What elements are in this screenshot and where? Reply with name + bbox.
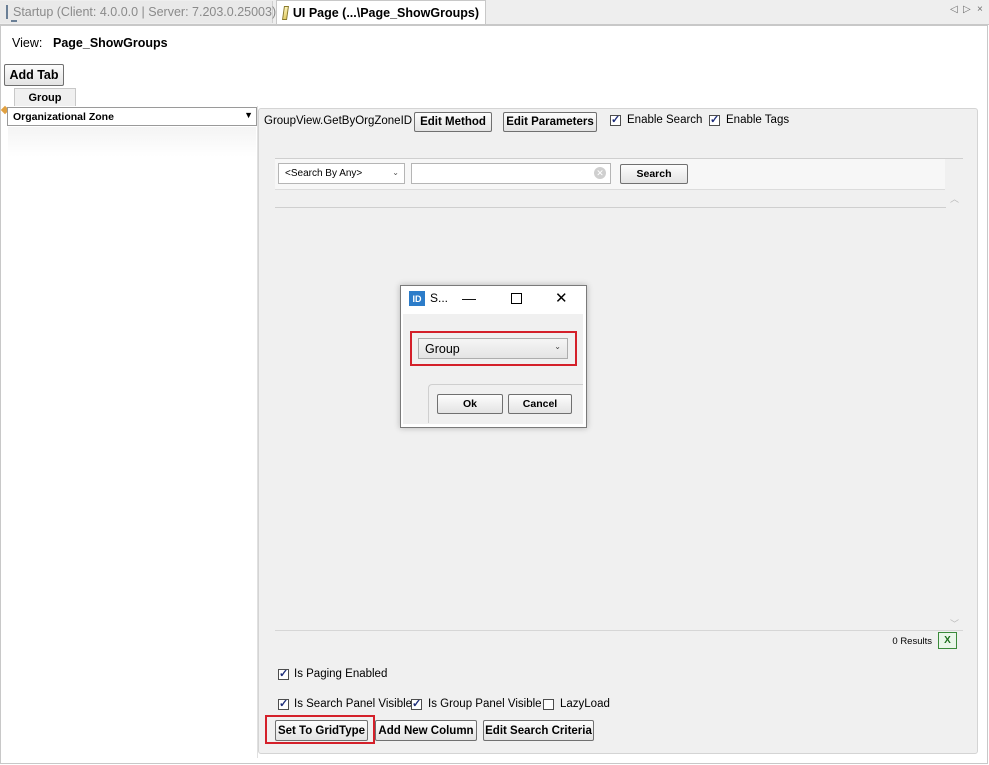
- minimize-icon[interactable]: —: [462, 290, 476, 306]
- tab-scroll-left-icon[interactable]: ◁: [950, 4, 962, 15]
- clear-icon[interactable]: ✕: [594, 167, 606, 179]
- grid-type-select[interactable]: Group ⌄: [418, 338, 568, 359]
- search-input[interactable]: [411, 163, 611, 184]
- paging-enabled-checkbox[interactable]: [278, 667, 289, 680]
- lazy-load-checkbox[interactable]: [543, 699, 554, 710]
- organizational-zone-label: Organizational Zone: [13, 110, 114, 123]
- set-to-gridtype-button[interactable]: Set To GridType: [275, 720, 368, 741]
- page-icon: [282, 5, 289, 20]
- tab-startup[interactable]: Startup (Client: 4.0.0.0 | Server: 7.203…: [0, 1, 277, 23]
- group-panel-visible-checkbox[interactable]: [411, 697, 422, 710]
- edit-method-button[interactable]: Edit Method: [414, 112, 492, 132]
- tab-ui-page-label: UI Page (...\Page_ShowGroups): [292, 5, 479, 20]
- tab-scroll-right-icon[interactable]: ▷: [963, 4, 975, 15]
- scroll-down-icon[interactable]: ﹀: [950, 617, 959, 630]
- excel-export-icon[interactable]: X: [938, 632, 957, 649]
- paging-enabled-label: Is Paging Enabled: [294, 668, 388, 680]
- app-id-icon: ID: [409, 291, 425, 306]
- add-new-column-button[interactable]: Add New Column: [375, 720, 477, 741]
- grid-bottom-border: [275, 630, 963, 631]
- search-by-select[interactable]: <Search By Any> ⌄: [278, 163, 405, 184]
- grid-type-value: Group: [425, 341, 460, 356]
- chevron-down-icon: ⌄: [554, 342, 561, 351]
- tab-group[interactable]: Group: [14, 88, 76, 107]
- group-panel-visible-label: Is Group Panel Visible: [428, 698, 542, 710]
- chevron-down-icon: ⌄: [392, 168, 399, 177]
- enable-search-label: Enable Search: [627, 114, 703, 126]
- close-icon[interactable]: ✕: [555, 289, 568, 307]
- tab-close-icon[interactable]: ×: [977, 4, 987, 15]
- lazy-load-label: LazyLoad: [560, 698, 610, 710]
- tab-startup-label: Startup (Client: 4.0.0.0 | Server: 7.203…: [13, 5, 277, 19]
- right-panel: [258, 108, 978, 754]
- enable-tags-label: Enable Tags: [726, 114, 790, 126]
- left-panel: [5, 106, 258, 758]
- maximize-icon[interactable]: [511, 293, 522, 304]
- monitor-icon: [6, 5, 17, 22]
- view-name: Page_ShowGroups: [53, 36, 168, 50]
- left-panel-header-fade: [8, 127, 256, 157]
- dialog-title: S...: [430, 291, 449, 305]
- ok-button[interactable]: Ok: [437, 394, 503, 414]
- dropdown-arrow-icon[interactable]: ▼: [244, 110, 253, 120]
- search-panel-visible-label: Is Search Panel Visible: [294, 698, 413, 710]
- search-by-value: <Search By Any>: [285, 168, 363, 179]
- results-count: 0 Results: [892, 636, 932, 647]
- enable-tags-checkbox[interactable]: [709, 113, 720, 126]
- search-button[interactable]: Search: [620, 164, 688, 184]
- enable-search-checkbox[interactable]: [610, 113, 621, 126]
- organizational-zone-combo[interactable]: Organizational Zone ▼: [7, 107, 257, 126]
- method-name: GroupView.GetByOrgZoneID: [264, 115, 413, 127]
- grid-header-separator: [275, 207, 946, 208]
- view-label: View:: [12, 36, 43, 50]
- edit-parameters-button[interactable]: Edit Parameters: [503, 112, 597, 132]
- edit-search-criteria-button[interactable]: Edit Search Criteria: [483, 720, 594, 741]
- cancel-button[interactable]: Cancel: [508, 394, 572, 414]
- tab-ui-page[interactable]: UI Page (...\Page_ShowGroups): [276, 0, 486, 24]
- search-panel-visible-checkbox[interactable]: [278, 697, 289, 710]
- scroll-up-icon[interactable]: ︿: [950, 192, 959, 205]
- add-tab-button[interactable]: Add Tab: [4, 64, 64, 86]
